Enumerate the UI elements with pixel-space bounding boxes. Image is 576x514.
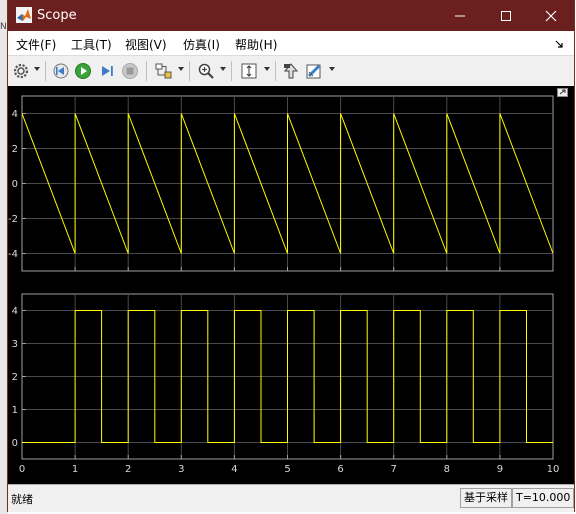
y-tick-label: -2 — [8, 214, 18, 225]
x-tick-label: 10 — [547, 464, 560, 475]
sample-mode: 基于采样 — [460, 488, 512, 508]
status-bar: 就绪 基于采样 T=10.000 — [8, 484, 575, 512]
scope-window: Scope 文件(F) 工具(T) 视图(V) 仿真(I) 帮助(H) -4 -… — [8, 0, 575, 512]
x-tick-label: 1 — [72, 464, 78, 475]
background-window-strip: N — [0, 0, 8, 514]
y-tick-label: 4 — [12, 306, 18, 317]
x-tick-label: 4 — [231, 464, 237, 475]
signal-line-2 — [22, 310, 553, 443]
x-tick-label: 8 — [444, 464, 450, 475]
highlight-block-icon[interactable] — [282, 62, 300, 80]
y-tick-label: -4 — [8, 249, 18, 260]
close-icon — [545, 10, 557, 21]
scale-dropdown-icon[interactable] — [264, 67, 270, 71]
y-tick-label: 2 — [12, 372, 18, 383]
settings-dropdown-icon[interactable] — [34, 67, 40, 71]
style-icon[interactable] — [305, 62, 323, 80]
sim-time: T=10.000 — [512, 488, 575, 508]
toolbar-separator — [189, 61, 190, 81]
x-tick-label: 6 — [337, 464, 343, 475]
window-title: Scope — [37, 8, 77, 23]
gear-icon[interactable] — [12, 62, 30, 80]
close-button[interactable] — [528, 0, 574, 31]
menu-file[interactable]: 文件(F) — [16, 36, 56, 53]
signal-dropdown-icon[interactable] — [178, 67, 184, 71]
minimize-button[interactable] — [437, 0, 483, 31]
step-back-icon[interactable] — [52, 62, 70, 80]
title-bar[interactable]: Scope — [8, 0, 574, 31]
y-tick-label: 4 — [12, 109, 18, 120]
menu-help[interactable]: 帮助(H) — [235, 36, 277, 53]
plot-area: -4 -2 0 2 4 0 1 2 3 4 0 1 2 3 4 5 6 7 8 9 10 — [8, 86, 574, 484]
run-icon[interactable] — [74, 62, 92, 80]
step-forward-icon[interactable] — [98, 62, 116, 80]
zoom-in-icon[interactable] — [197, 62, 215, 80]
matlab-logo-icon — [16, 7, 32, 23]
maximize-icon — [501, 10, 511, 21]
maximize-button[interactable] — [483, 0, 529, 31]
menu-bar: 文件(F) 工具(T) 视图(V) 仿真(I) 帮助(H) — [8, 31, 574, 55]
toolbar-separator — [275, 61, 276, 81]
toolbar — [8, 55, 574, 87]
y-tick-label: 3 — [12, 339, 18, 350]
status-ready: 就绪 — [11, 493, 33, 506]
background-text-fragment: N — [0, 22, 7, 32]
scope-plots[interactable]: -4 -2 0 2 4 0 1 2 3 4 0 1 2 3 4 5 6 7 8 9 10 — [8, 86, 574, 484]
scale-axes-icon[interactable] — [240, 62, 258, 80]
menu-tools[interactable]: 工具(T) — [71, 36, 112, 53]
style-dropdown-icon[interactable] — [329, 67, 335, 71]
x-tick-label: 3 — [178, 464, 184, 475]
toolbar-separator — [146, 61, 147, 81]
stop-icon[interactable] — [121, 62, 139, 80]
x-tick-label: 5 — [284, 464, 290, 475]
y-tick-label: 2 — [12, 144, 18, 155]
x-tick-label: 2 — [125, 464, 131, 475]
zoom-dropdown-icon[interactable] — [220, 67, 226, 71]
menu-simulation[interactable]: 仿真(I) — [183, 36, 220, 53]
y-tick-label: 0 — [12, 438, 18, 449]
menu-view[interactable]: 视图(V) — [125, 36, 167, 53]
y-tick-label: 0 — [12, 179, 18, 190]
x-tick-label: 9 — [497, 464, 503, 475]
minimize-icon — [455, 15, 465, 16]
toolbar-separator — [231, 61, 232, 81]
toolbar-separator — [45, 61, 46, 81]
x-tick-label: 7 — [391, 464, 397, 475]
undock-icon[interactable] — [557, 88, 568, 97]
signal-selector-icon[interactable] — [154, 62, 172, 80]
dock-arrow-icon[interactable] — [554, 39, 564, 49]
y-tick-label: 1 — [12, 405, 18, 416]
x-tick-label: 0 — [19, 464, 25, 475]
